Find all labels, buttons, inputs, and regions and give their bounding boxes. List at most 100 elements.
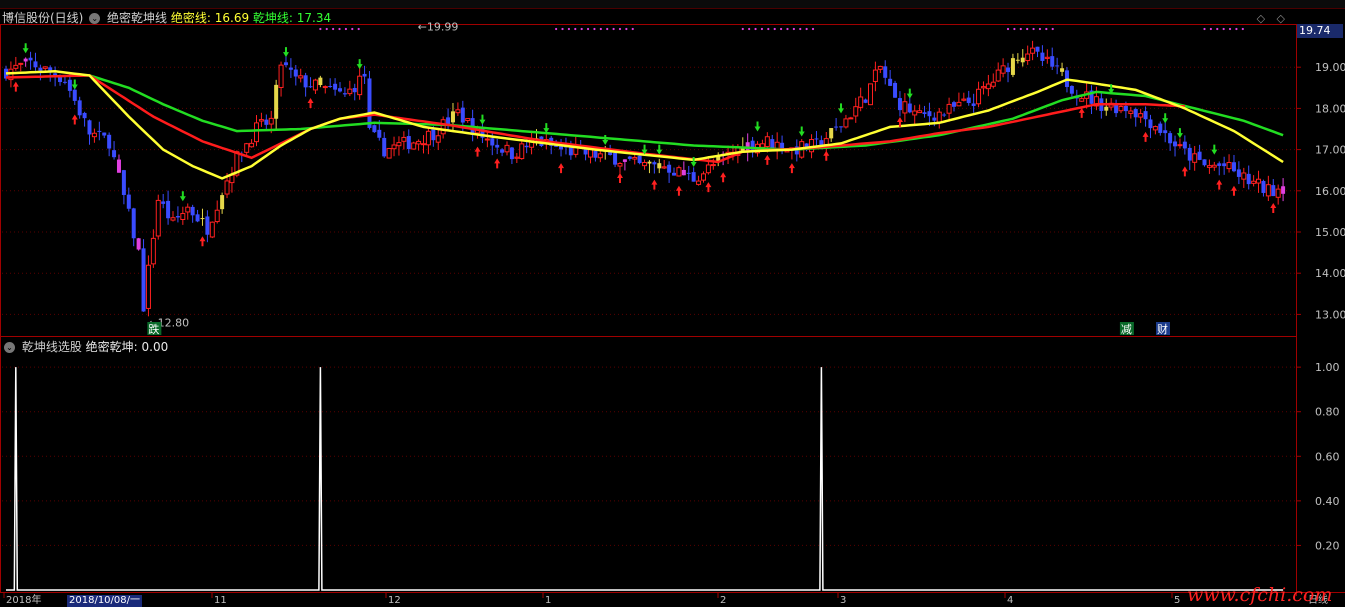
watermark: www.cfchi.com bbox=[1187, 584, 1333, 606]
candle-body bbox=[1261, 180, 1266, 193]
y-tick-label: 0.40 bbox=[1315, 495, 1340, 508]
sell-arrow-icon bbox=[1176, 128, 1183, 139]
dot-marker bbox=[351, 27, 354, 31]
dot-marker bbox=[1026, 27, 1029, 31]
candle-body bbox=[401, 136, 407, 142]
candle-body bbox=[170, 217, 176, 221]
dot-marker bbox=[792, 27, 795, 31]
dot-marker bbox=[580, 27, 583, 31]
candle-body bbox=[42, 66, 48, 69]
candle-body bbox=[220, 195, 225, 210]
candle-body bbox=[431, 128, 436, 141]
candle-body bbox=[1192, 153, 1198, 163]
buy-arrow-icon bbox=[558, 163, 565, 174]
candle-body bbox=[91, 132, 97, 138]
candle-body bbox=[1226, 161, 1232, 170]
candle-body bbox=[268, 117, 274, 125]
candle-body bbox=[141, 248, 146, 312]
candle-body bbox=[672, 172, 677, 176]
sub-chart-header: ⌄ 乾坤线选股 绝密乾坤: 0.00 bbox=[2, 338, 168, 356]
candle-body bbox=[1173, 141, 1178, 147]
main-chart-header: 博信股份(日线) ⌄ 绝密乾坤线 绝密线: 16.69 乾坤线: 17.34 bbox=[2, 9, 331, 27]
candle-body bbox=[637, 155, 642, 164]
candle-body bbox=[347, 88, 353, 95]
candle-body bbox=[145, 264, 151, 309]
y-tick-label: 14.00 bbox=[1315, 267, 1345, 280]
x-tick-label: 2 bbox=[720, 595, 726, 604]
dot-marker bbox=[1019, 27, 1022, 31]
candle-body bbox=[131, 208, 136, 239]
candle-body bbox=[961, 98, 967, 101]
y-tick-label: 0.80 bbox=[1315, 406, 1340, 419]
candle-body bbox=[136, 238, 141, 250]
candle-body bbox=[848, 117, 854, 120]
candle-body bbox=[1104, 106, 1109, 111]
sell-arrow-icon bbox=[22, 43, 29, 54]
candle-body bbox=[834, 126, 839, 128]
dot-marker bbox=[748, 27, 751, 31]
candle-body bbox=[524, 145, 529, 148]
candle-body bbox=[883, 66, 888, 78]
candle-body bbox=[446, 117, 451, 125]
ma-long-line bbox=[89, 74, 1284, 151]
candle-body bbox=[274, 84, 279, 119]
candle-body bbox=[951, 102, 956, 107]
event-tag-label: 财 bbox=[1157, 322, 1168, 336]
candle-body bbox=[38, 67, 43, 71]
y-tick-label: 0.20 bbox=[1315, 539, 1340, 552]
candle-body bbox=[759, 143, 765, 148]
candle-body bbox=[1143, 111, 1148, 120]
indicator-name[interactable]: 绝密乾坤线 bbox=[107, 11, 167, 25]
candle-body bbox=[829, 128, 834, 139]
diamond-icon[interactable]: ◇ ◇ bbox=[1257, 12, 1289, 25]
candle-body bbox=[1030, 47, 1036, 54]
buy-arrow-icon bbox=[764, 154, 771, 165]
candle-body bbox=[1035, 46, 1040, 52]
y-tick-label: 13.00 bbox=[1315, 308, 1345, 321]
candle-body bbox=[465, 118, 471, 121]
candle-body bbox=[264, 119, 269, 125]
candle-body bbox=[416, 140, 422, 145]
x-tick-label: 2018年 bbox=[6, 593, 41, 604]
candle-body bbox=[338, 88, 343, 92]
candle-body bbox=[435, 135, 441, 143]
dot-marker bbox=[612, 27, 615, 31]
candle-body bbox=[155, 199, 161, 237]
candle-body bbox=[627, 156, 632, 159]
candle-body bbox=[342, 93, 347, 95]
chevron-down-icon[interactable]: ⌄ bbox=[4, 342, 15, 353]
event-tag-label: 跌 bbox=[148, 322, 159, 336]
dot-marker bbox=[1222, 27, 1225, 31]
sub-indicator-name[interactable]: 乾坤线选股 bbox=[22, 340, 82, 354]
candle-body bbox=[642, 161, 648, 167]
candle-body bbox=[1222, 163, 1227, 167]
candle-body bbox=[1133, 109, 1138, 118]
buy-arrow-icon bbox=[1078, 107, 1085, 118]
candle-body bbox=[976, 88, 982, 105]
candle-body bbox=[1055, 65, 1060, 67]
chart-canvas[interactable]: 19.00 18.00 17.00 16.00 15.00 14.00 13.00 1.00 0… bbox=[0, 0, 1345, 604]
candle-body bbox=[288, 67, 293, 70]
candle-body bbox=[588, 148, 594, 158]
dot-marker bbox=[754, 27, 757, 31]
candle-body bbox=[455, 109, 461, 114]
chevron-down-icon[interactable]: ⌄ bbox=[89, 13, 101, 24]
dot-marker bbox=[625, 27, 628, 31]
candle-body bbox=[209, 221, 215, 238]
candle-body bbox=[484, 138, 490, 141]
candle-body bbox=[907, 103, 912, 113]
candle-body bbox=[195, 214, 200, 222]
dot-marker bbox=[599, 27, 602, 31]
candle-body bbox=[971, 103, 976, 106]
candle-body bbox=[440, 119, 446, 135]
candle-body bbox=[82, 112, 87, 119]
candle-body bbox=[97, 130, 102, 132]
buy-arrow-icon bbox=[71, 114, 78, 125]
dot-marker bbox=[1235, 27, 1238, 31]
candle-body bbox=[1236, 169, 1241, 177]
candle-body bbox=[872, 69, 878, 82]
candle-body bbox=[406, 136, 411, 149]
candle-body bbox=[318, 77, 323, 86]
candle-body bbox=[667, 164, 672, 173]
candle-body bbox=[1006, 67, 1011, 73]
